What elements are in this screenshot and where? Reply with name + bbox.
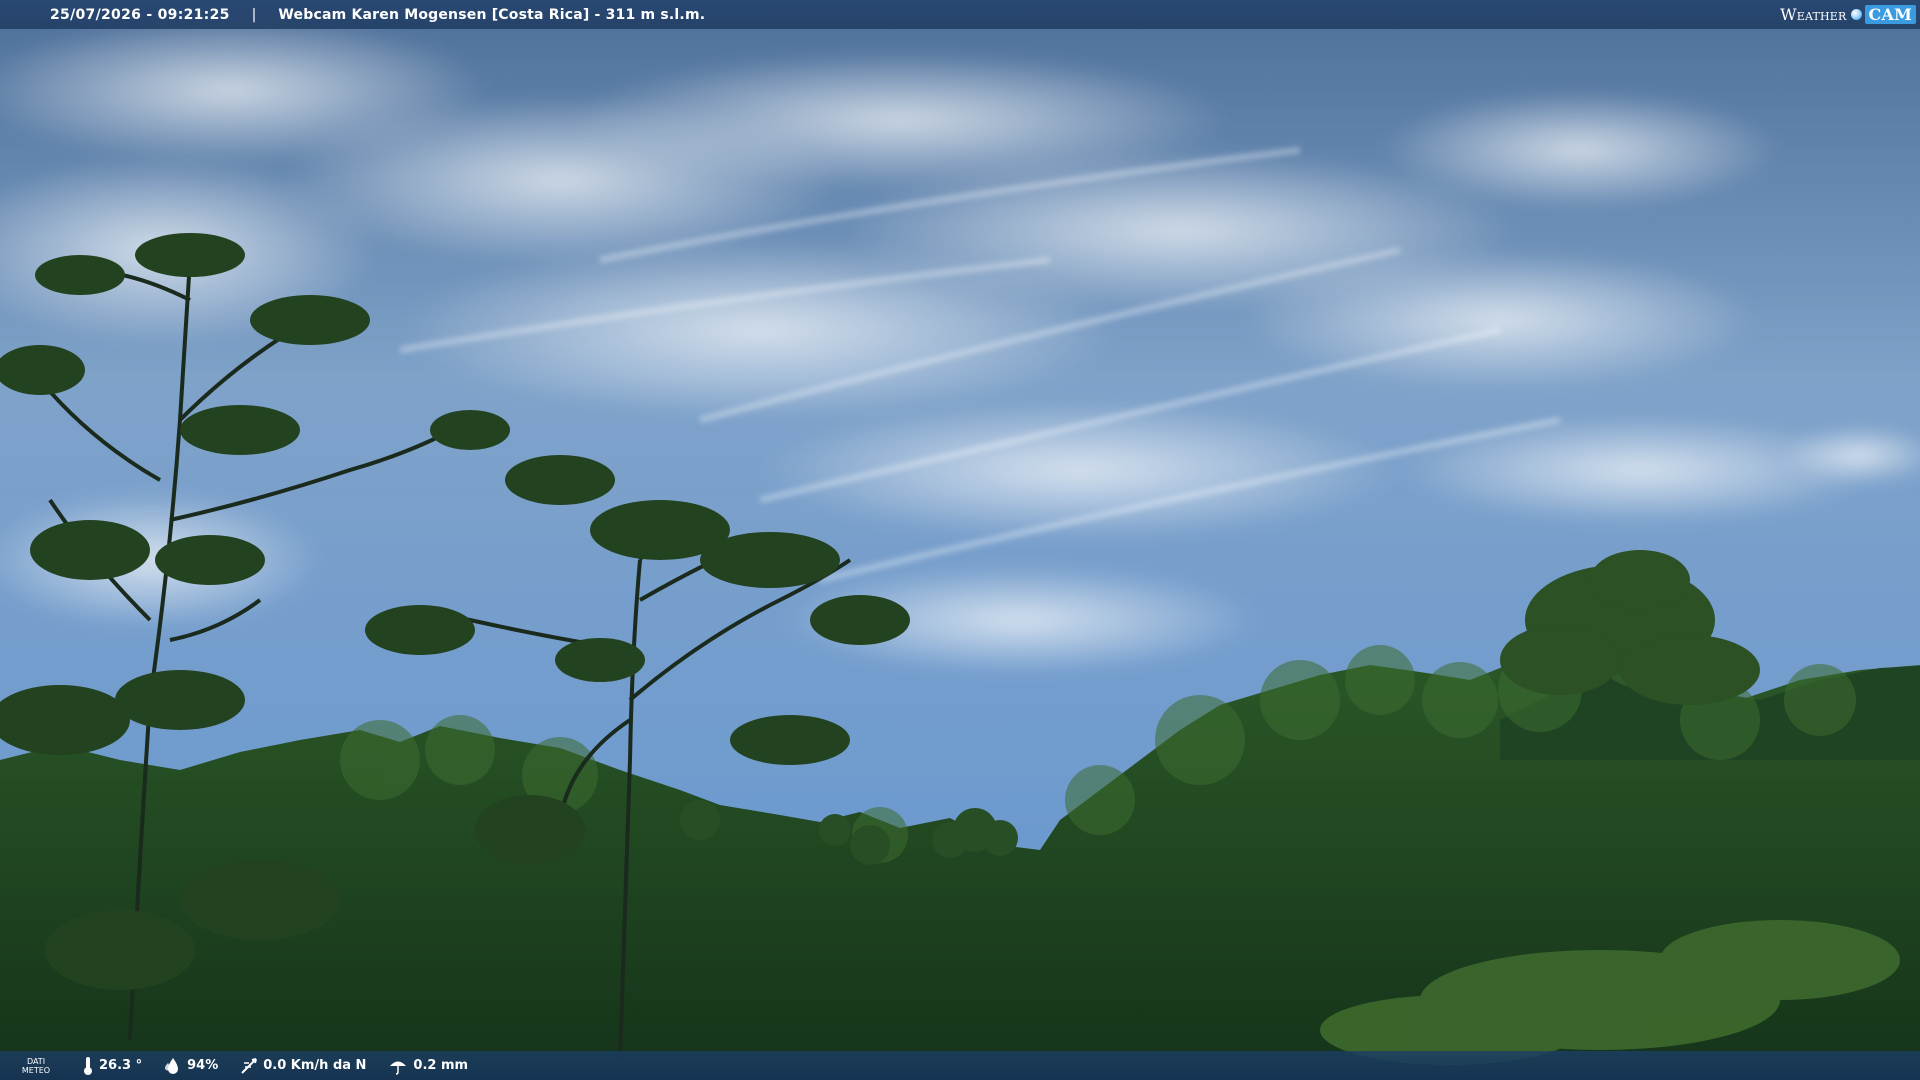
wind-value: 0.0 Km/h da N [263,1058,367,1073]
brand-cam-text: CAM [1864,4,1916,24]
temperature-value: 26.3 ° [99,1058,143,1073]
humidity-value: 94% [187,1058,219,1073]
weathercam-logo[interactable]: Weather CAM [1780,3,1916,25]
webcam-image [0,0,1920,1080]
webcam-title: Webcam Karen Mogensen [Costa Rica] - 311… [278,6,706,23]
brand-weather-text: Weather [1780,4,1847,24]
humidity-readout: 94% [164,1057,218,1075]
dati-meteo-line2: METEO [21,1065,51,1075]
rain-readout: 0.2 mm [388,1057,468,1075]
datetime: 25/07/2026 - 09:21:25 [50,6,230,23]
webcam-view: 25/07/2026 - 09:21:25 | Webcam Karen Mog… [0,0,1920,1080]
dati-meteo-line1: DATI [26,1056,46,1066]
wind-icon [241,1057,258,1074]
thermometer-icon [84,1056,92,1075]
brand-globe-icon [1850,8,1862,20]
temperature-readout: 26.3 ° [82,1056,142,1076]
humidity-drop-icon [165,1057,179,1074]
rain-icon [390,1061,407,1075]
rain-value: 0.2 mm [413,1058,469,1073]
weather-data-bar: DATI METEO 26.3 ° 94% 0.0 Km/h da N 0.2 … [0,1051,1920,1080]
dati-meteo-label: DATI METEO [12,1057,60,1075]
separator: | [251,6,257,23]
wind-readout: 0.0 Km/h da N [240,1057,366,1075]
top-info-bar: 25/07/2026 - 09:21:25 | Webcam Karen Mog… [0,0,1920,29]
